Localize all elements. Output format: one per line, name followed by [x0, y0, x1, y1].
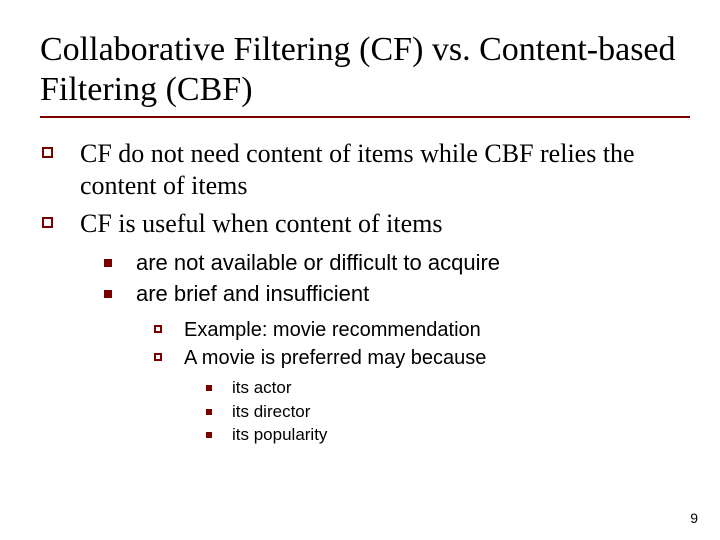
list-item: Example: movie recommendation: [154, 317, 690, 343]
list-item-label: CF is useful when content of items: [80, 209, 443, 238]
list-item: are brief and insufficient Example: movi…: [104, 280, 690, 447]
list-item: its popularity: [206, 424, 690, 447]
list-item: its actor: [206, 377, 690, 400]
list-item: CF do not need content of items while CB…: [40, 138, 690, 201]
list-item-label: A movie is preferred may because: [184, 347, 486, 369]
list-item-label: are brief and insufficient: [136, 281, 369, 306]
bullet-list-level2: are not available or difficult to acquir…: [104, 249, 690, 447]
list-item: CF is useful when content of items are n…: [40, 208, 690, 448]
bullet-list-level4: its actor its director its popularity: [206, 377, 690, 448]
title-underline: [40, 116, 690, 118]
slide: Collaborative Filtering (CF) vs. Content…: [0, 0, 720, 540]
bullet-list-level3: Example: movie recommendation A movie is…: [154, 317, 690, 448]
bullet-list-level1: CF do not need content of items while CB…: [40, 138, 690, 447]
list-item: A movie is preferred may because its act…: [154, 345, 690, 448]
list-item: are not available or difficult to acquir…: [104, 249, 690, 278]
list-item: its director: [206, 401, 690, 424]
page-number: 9: [690, 510, 698, 526]
slide-title: Collaborative Filtering (CF) vs. Content…: [40, 30, 690, 110]
